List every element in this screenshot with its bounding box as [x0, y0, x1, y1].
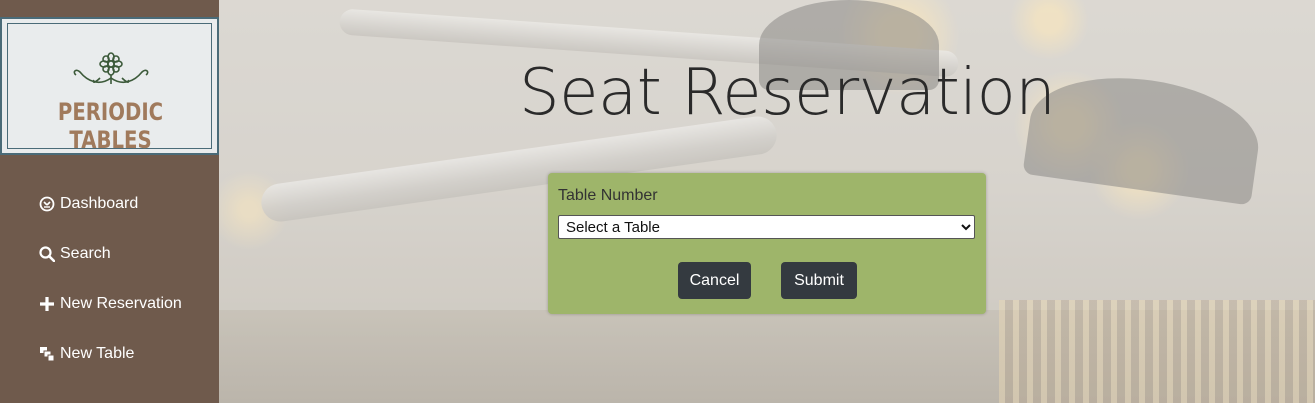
- sidebar-item-label: New Reservation: [60, 295, 182, 312]
- search-icon: [38, 245, 56, 263]
- plus-icon: [38, 295, 56, 313]
- dashboard-icon: [38, 195, 56, 213]
- table-select[interactable]: Select a Table: [558, 215, 975, 239]
- page-title: Seat Reservation: [519, 56, 1056, 130]
- sidebar-item-new-table[interactable]: New Table: [38, 329, 182, 379]
- logo[interactable]: PERIODIC TABLES: [0, 17, 219, 155]
- sidebar-item-label: Dashboard: [60, 195, 139, 212]
- sidebar-item-new-reservation[interactable]: New Reservation: [38, 279, 182, 329]
- sidebar-item-search[interactable]: Search: [38, 229, 182, 279]
- sidebar-item-label: Search: [60, 245, 111, 262]
- logo-frame: PERIODIC TABLES: [7, 23, 212, 154]
- cancel-button[interactable]: Cancel: [678, 262, 751, 299]
- flower-ornament-icon: [73, 52, 149, 84]
- layers-icon: [38, 345, 56, 363]
- sidebar: PERIODIC TABLES Dashboard Search New Res…: [0, 0, 219, 403]
- logo-text: PERIODIC TABLES: [57, 98, 164, 154]
- submit-button[interactable]: Submit: [781, 262, 857, 299]
- table-number-label: Table Number: [558, 187, 658, 204]
- sidebar-item-label: New Table: [60, 345, 135, 362]
- sidebar-item-dashboard[interactable]: Dashboard: [38, 179, 182, 229]
- seat-reservation-form: Table Number Select a Table Cancel Submi…: [548, 173, 986, 314]
- sidebar-nav: Dashboard Search New Reservation New Tab…: [38, 179, 182, 379]
